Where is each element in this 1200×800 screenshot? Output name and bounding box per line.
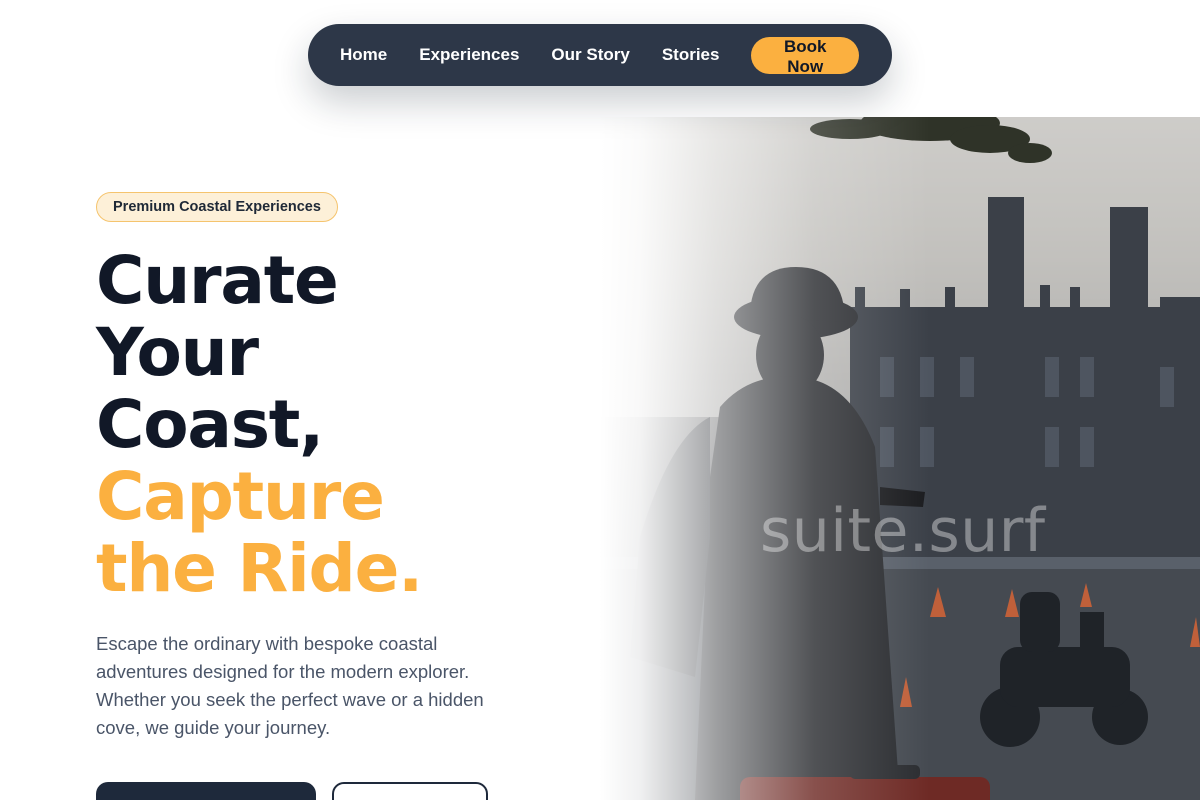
book-now-button[interactable]: Book Now	[751, 36, 859, 76]
hero-photo-illustration	[600, 117, 1200, 800]
secondary-cta-button[interactable]	[332, 782, 488, 800]
nav-link-our-story[interactable]: Our Story	[551, 45, 629, 65]
nav-link-home[interactable]: Home	[340, 45, 387, 65]
hero-image	[600, 117, 1200, 800]
headline-accent-line-1: Capture	[96, 458, 385, 535]
hero-description: Escape the ordinary with bespoke coastal…	[96, 633, 484, 738]
hero-headline: Curate Your Coast, Capture the Ride.	[96, 245, 596, 605]
nav-link-stories[interactable]: Stories	[662, 45, 720, 65]
headline-line-1: Curate	[96, 242, 339, 319]
hero-badge: Premium Coastal Experiences	[96, 192, 338, 222]
main-nav: Home Experiences Our Story Stories Book …	[308, 24, 892, 86]
watermark-text: suite.surf	[760, 496, 1046, 566]
landing-page: suite.surf Home Experiences Our Story St…	[0, 0, 1200, 800]
headline-line-3: Coast,	[96, 386, 324, 463]
primary-cta-button[interactable]	[96, 782, 316, 800]
nav-link-experiences[interactable]: Experiences	[419, 45, 519, 65]
headline-accent-line-2: the Ride.	[96, 530, 423, 607]
headline-line-2: Your	[96, 314, 259, 391]
